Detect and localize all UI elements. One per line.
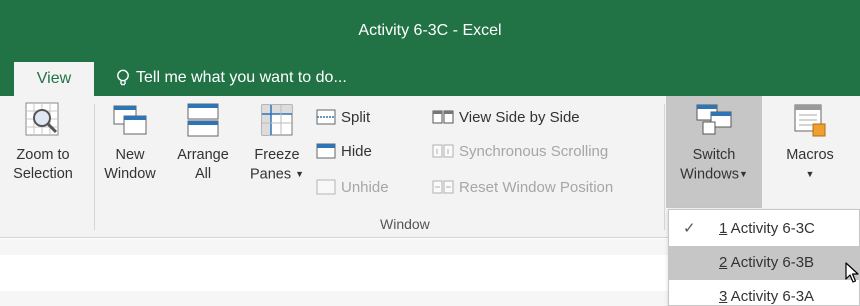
split-label: Split (341, 108, 371, 126)
arrange-all-icon (187, 103, 219, 137)
view-side-by-side-label: View Side by Side (459, 108, 580, 126)
tell-me-search[interactable]: Tell me what you want to do... (116, 69, 347, 87)
title-bar: Activity 6-3C - Excel (0, 0, 860, 62)
menu-item-label: Activity 6-3B (727, 254, 815, 271)
split-button[interactable]: Split (316, 106, 370, 128)
hide-icon (316, 143, 336, 159)
switch-windows-dropdown-arrow: ▼ (738, 169, 748, 179)
reset-window-position-button[interactable]: Reset Window Position (432, 176, 613, 198)
window-group-label: Window (380, 216, 430, 232)
view-side-by-side-icon (432, 110, 454, 124)
zoom-to-selection-label-2: Selection (13, 166, 73, 182)
group-separator (664, 104, 665, 230)
unhide-label: Unhide (341, 178, 389, 196)
new-window-icon (113, 105, 147, 135)
mouse-pointer-icon (845, 262, 859, 283)
menu-item-label: Activity 6-3A (727, 288, 815, 305)
arrange-all-label-1: Arrange (177, 147, 229, 163)
menu-item-window-3[interactable]: 3 Activity 6-3A (669, 280, 860, 306)
zoom-to-selection-icon (25, 102, 59, 136)
lightbulb-icon (117, 69, 129, 86)
window-title: Activity 6-3C - Excel (358, 22, 502, 39)
freeze-panes-label-1: Freeze (254, 147, 300, 163)
zoom-to-selection-label-1: Zoom to (16, 147, 70, 163)
view-side-by-side-button[interactable]: View Side by Side (432, 106, 580, 128)
switch-windows-icon (696, 104, 732, 135)
unhide-button[interactable]: Unhide (316, 176, 389, 198)
reset-window-position-icon (432, 180, 454, 194)
switch-windows-menu: ✓ 1 Activity 6-3C 2 Activity 6-3B 3 Acti… (668, 209, 860, 306)
ribbon-tab-bar: View Tell me what you want to do... (0, 62, 860, 96)
group-separator (94, 104, 95, 230)
tell-me-text: Tell me what you want to do... (136, 69, 347, 86)
switch-windows-button[interactable]: Switch Windows▼ (666, 96, 762, 208)
arrange-all-label-2: All (194, 166, 212, 182)
menu-item-label: Activity 6-3C (727, 220, 815, 237)
menu-item-window-1[interactable]: ✓ 1 Activity 6-3C (669, 212, 860, 246)
freeze-panes-label-2: Panes (249, 166, 292, 183)
macros-label: Macros (786, 147, 834, 163)
split-icon (316, 109, 336, 125)
freeze-panes-icon (261, 104, 293, 136)
hide-label: Hide (341, 142, 372, 160)
new-window-label-1: New (115, 147, 145, 163)
unhide-icon (316, 179, 336, 195)
switch-windows-label-1: Switch (692, 147, 736, 163)
tab-view[interactable]: View (14, 62, 94, 96)
new-window-button[interactable]: New Window (100, 100, 160, 184)
synchronous-scrolling-icon (432, 144, 454, 158)
macros-button[interactable]: Macros ▼ (770, 100, 850, 184)
menu-item-window-2[interactable]: 2 Activity 6-3B (669, 246, 860, 280)
synchronous-scrolling-button[interactable]: Synchronous Scrolling (432, 140, 608, 162)
freeze-panes-button[interactable]: Freeze Panes ▼ (244, 100, 310, 184)
reset-window-position-label: Reset Window Position (459, 178, 614, 196)
macros-icon (794, 104, 826, 137)
zoom-to-selection-button[interactable]: Zoom to Selection (0, 100, 86, 184)
arrange-all-button[interactable]: Arrange All (172, 100, 234, 184)
synchronous-scrolling-label: Synchronous Scrolling (459, 142, 609, 160)
switch-windows-label-2: Windows (680, 166, 739, 183)
freeze-panes-dropdown-arrow: ▼ (295, 169, 305, 179)
hide-button[interactable]: Hide (316, 140, 372, 162)
checkmark-icon: ✓ (683, 220, 696, 237)
macros-dropdown-arrow[interactable]: ▼ (770, 165, 850, 184)
new-window-label-2: Window (104, 166, 156, 182)
